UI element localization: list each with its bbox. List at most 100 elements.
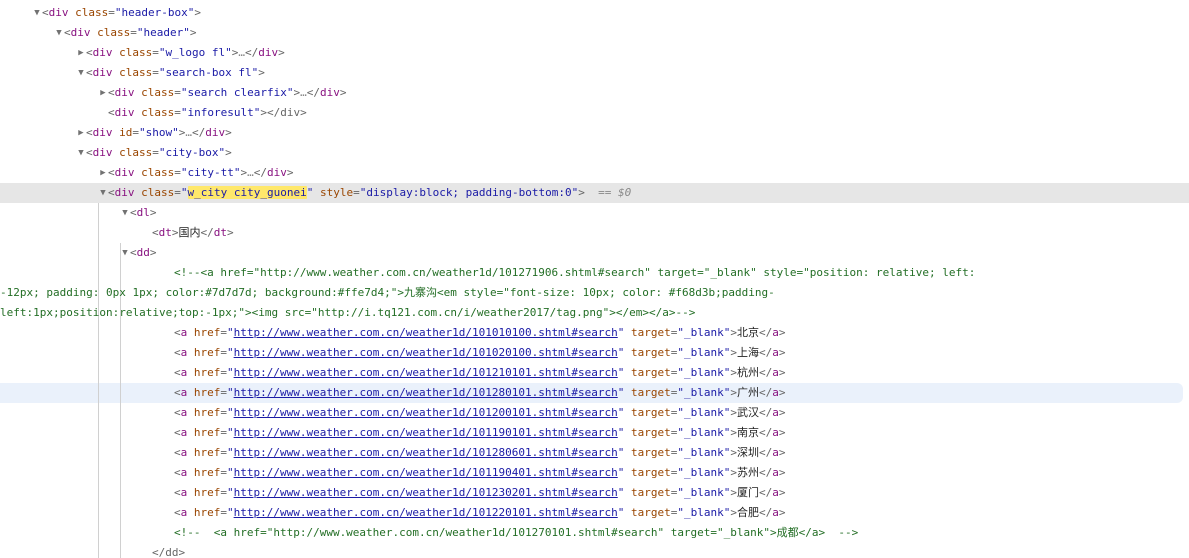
text-node-city: 广州 [736,386,759,399]
dom-row-text: -12px; padding: 0px 1px; color:#7d7d7d; … [0,286,775,299]
href-link[interactable]: http://www.weather.com.cn/weather1d/1012… [234,486,618,499]
attribute-name-target: target [630,446,671,459]
angle-open: < [86,126,93,139]
twisty-closed-icon[interactable] [98,163,108,183]
attribute-quote-open: " [180,186,188,199]
attribute-value-target: _blank [683,406,724,419]
dom-row-div[interactable]: <div id="show">…</div> [0,123,1189,143]
dom-row-anchor-7[interactable]: <a href="http://www.weather.com.cn/weath… [0,463,1189,483]
dom-row-anchor-3[interactable]: <a href="http://www.weather.com.cn/weath… [0,383,1183,403]
dom-row-dl[interactable]: <dl> [0,203,1189,223]
close-angle: > [778,386,786,399]
search-highlight: w_city city_guonei [187,186,307,199]
equals: = [220,506,227,519]
selected-node-marker: == $0 [598,186,632,199]
close-angle: > [225,126,232,139]
tag-name: dt [158,226,172,239]
close-tag: </ [758,446,773,459]
angle-open: < [174,346,181,359]
attribute-quote-open: " [158,46,166,59]
twisty-open-icon[interactable] [76,63,86,83]
dom-row-text: <a href="http://www.weather.com.cn/weath… [0,486,785,499]
attribute-quote-close: " [172,126,179,139]
angle-open: < [174,486,181,499]
twisty-open-icon[interactable] [98,183,108,203]
dom-row-div[interactable]: <div class="city-box"> [0,143,1189,163]
dom-row-anchor-8[interactable]: <a href="http://www.weather.com.cn/weath… [0,483,1189,503]
comment-node-line-1: <!--<a href="http://www.weather.com.cn/w… [174,266,976,279]
dom-row-text: <a href="http://www.weather.com.cn/weath… [0,366,785,379]
dom-row-anchor-4[interactable]: <a href="http://www.weather.com.cn/weath… [0,403,1189,423]
dom-row-comment-jiuzhaigou[interactable]: <!--<a href="http://www.weather.com.cn/w… [0,263,1189,283]
href-quote-open: " [227,486,234,499]
dom-row-div[interactable]: <div class="inforesult"></div> [0,103,1189,123]
dom-row-text: <div id="show">…</div> [0,126,232,139]
angle-close: > [730,446,737,459]
tag-name: div [92,146,113,159]
href-quote-open: " [227,466,234,479]
dom-row-anchor-9[interactable]: <a href="http://www.weather.com.cn/weath… [0,503,1189,523]
dom-row-div[interactable]: <div class="w_logo fl">…</div> [0,43,1189,63]
dom-row-div[interactable]: <div class="search-box fl"> [0,63,1189,83]
href-link[interactable]: http://www.weather.com.cn/weather1d/1010… [234,346,618,359]
angle-open: < [130,206,137,219]
href-link[interactable]: http://www.weather.com.cn/weather1d/1010… [234,326,618,339]
twisty-open-icon[interactable] [120,243,130,263]
dom-row-div[interactable]: <div class="header"> [0,23,1189,43]
close-tag-name: a [772,446,779,459]
href-quote-open: " [227,446,234,459]
attribute-name-target: target [630,486,671,499]
attribute-value-target: _blank [683,426,724,439]
dom-row-comment-chengdu[interactable]: <!-- <a href="http://www.weather.com.cn/… [0,523,1189,543]
href-link[interactable]: http://www.weather.com.cn/weather1d/1012… [234,506,618,519]
href-link[interactable]: http://www.weather.com.cn/weather1d/1011… [234,426,618,439]
dom-row-dt[interactable]: <dt>国内</dt> [0,223,1189,243]
dom-row-div[interactable]: <div class="city-tt">…</div> [0,163,1189,183]
twisty-open-icon[interactable] [120,203,130,223]
close-angle: > [278,46,285,59]
href-link[interactable]: http://www.weather.com.cn/weather1d/1012… [234,406,618,419]
twisty-open-icon[interactable] [76,143,86,163]
dom-row-anchor-6[interactable]: <a href="http://www.weather.com.cn/weath… [0,443,1189,463]
attribute-name-target: target [630,466,671,479]
tag-name: div [48,6,69,19]
dom-row-close-dd[interactable]: </dd> [0,543,1189,558]
tag-name: div [70,26,91,39]
attribute-name-href: href [193,346,221,359]
twisty-closed-icon[interactable] [76,123,86,143]
twisty-open-icon[interactable] [32,3,42,23]
close-angle: > [778,486,786,499]
dom-row-anchor-5[interactable]: <a href="http://www.weather.com.cn/weath… [0,423,1189,443]
attribute-name-target: target [630,386,671,399]
dom-row-div[interactable]: <div class="header-box"> [0,3,1189,23]
close-tag: </ [758,326,773,339]
dom-row-comment-jiuzhaigou[interactable]: left:1px;position:relative;top:-1px;"><i… [0,303,1189,323]
comment-node-line-3: left:1px;position:relative;top:-1px;"><i… [0,306,696,319]
dom-row-anchor-0[interactable]: <a href="http://www.weather.com.cn/weath… [0,323,1189,343]
elements-dom-tree[interactable]: <div class="header-box"><div class="head… [0,0,1189,558]
dom-row-div[interactable]: <div class="search clearfix">…</div> [0,83,1189,103]
dom-row-selected-w-city[interactable]: <div class="w_city city_guonei" style="d… [0,183,1189,203]
href-link[interactable]: http://www.weather.com.cn/weather1d/1012… [234,446,618,459]
dom-row-comment-jiuzhaigou[interactable]: -12px; padding: 0px 1px; color:#7d7d7d; … [0,283,1189,303]
attribute-value: header-box [121,6,188,19]
twisty-open-icon[interactable] [54,23,64,43]
href-link[interactable]: http://www.weather.com.cn/weather1d/1012… [234,366,618,379]
target-quote-open: " [677,486,684,499]
href-link[interactable]: http://www.weather.com.cn/weather1d/1011… [234,466,618,479]
twisty-closed-icon[interactable] [76,43,86,63]
comment-node-chengdu: <!-- <a href="http://www.weather.com.cn/… [174,526,859,539]
target-quote-open: " [677,346,684,359]
dom-row-anchor-1[interactable]: <a href="http://www.weather.com.cn/weath… [0,343,1189,363]
href-link[interactable]: http://www.weather.com.cn/weather1d/1012… [234,386,618,399]
attribute-value-target: _blank [683,366,724,379]
dom-row-anchor-2[interactable]: <a href="http://www.weather.com.cn/weath… [0,363,1189,383]
angle-close: > [225,146,232,159]
tag-name: div [114,166,135,179]
close-tag: </ [253,166,267,179]
dom-row-dd[interactable]: <dd> [0,243,1189,263]
twisty-closed-icon[interactable] [98,83,108,103]
